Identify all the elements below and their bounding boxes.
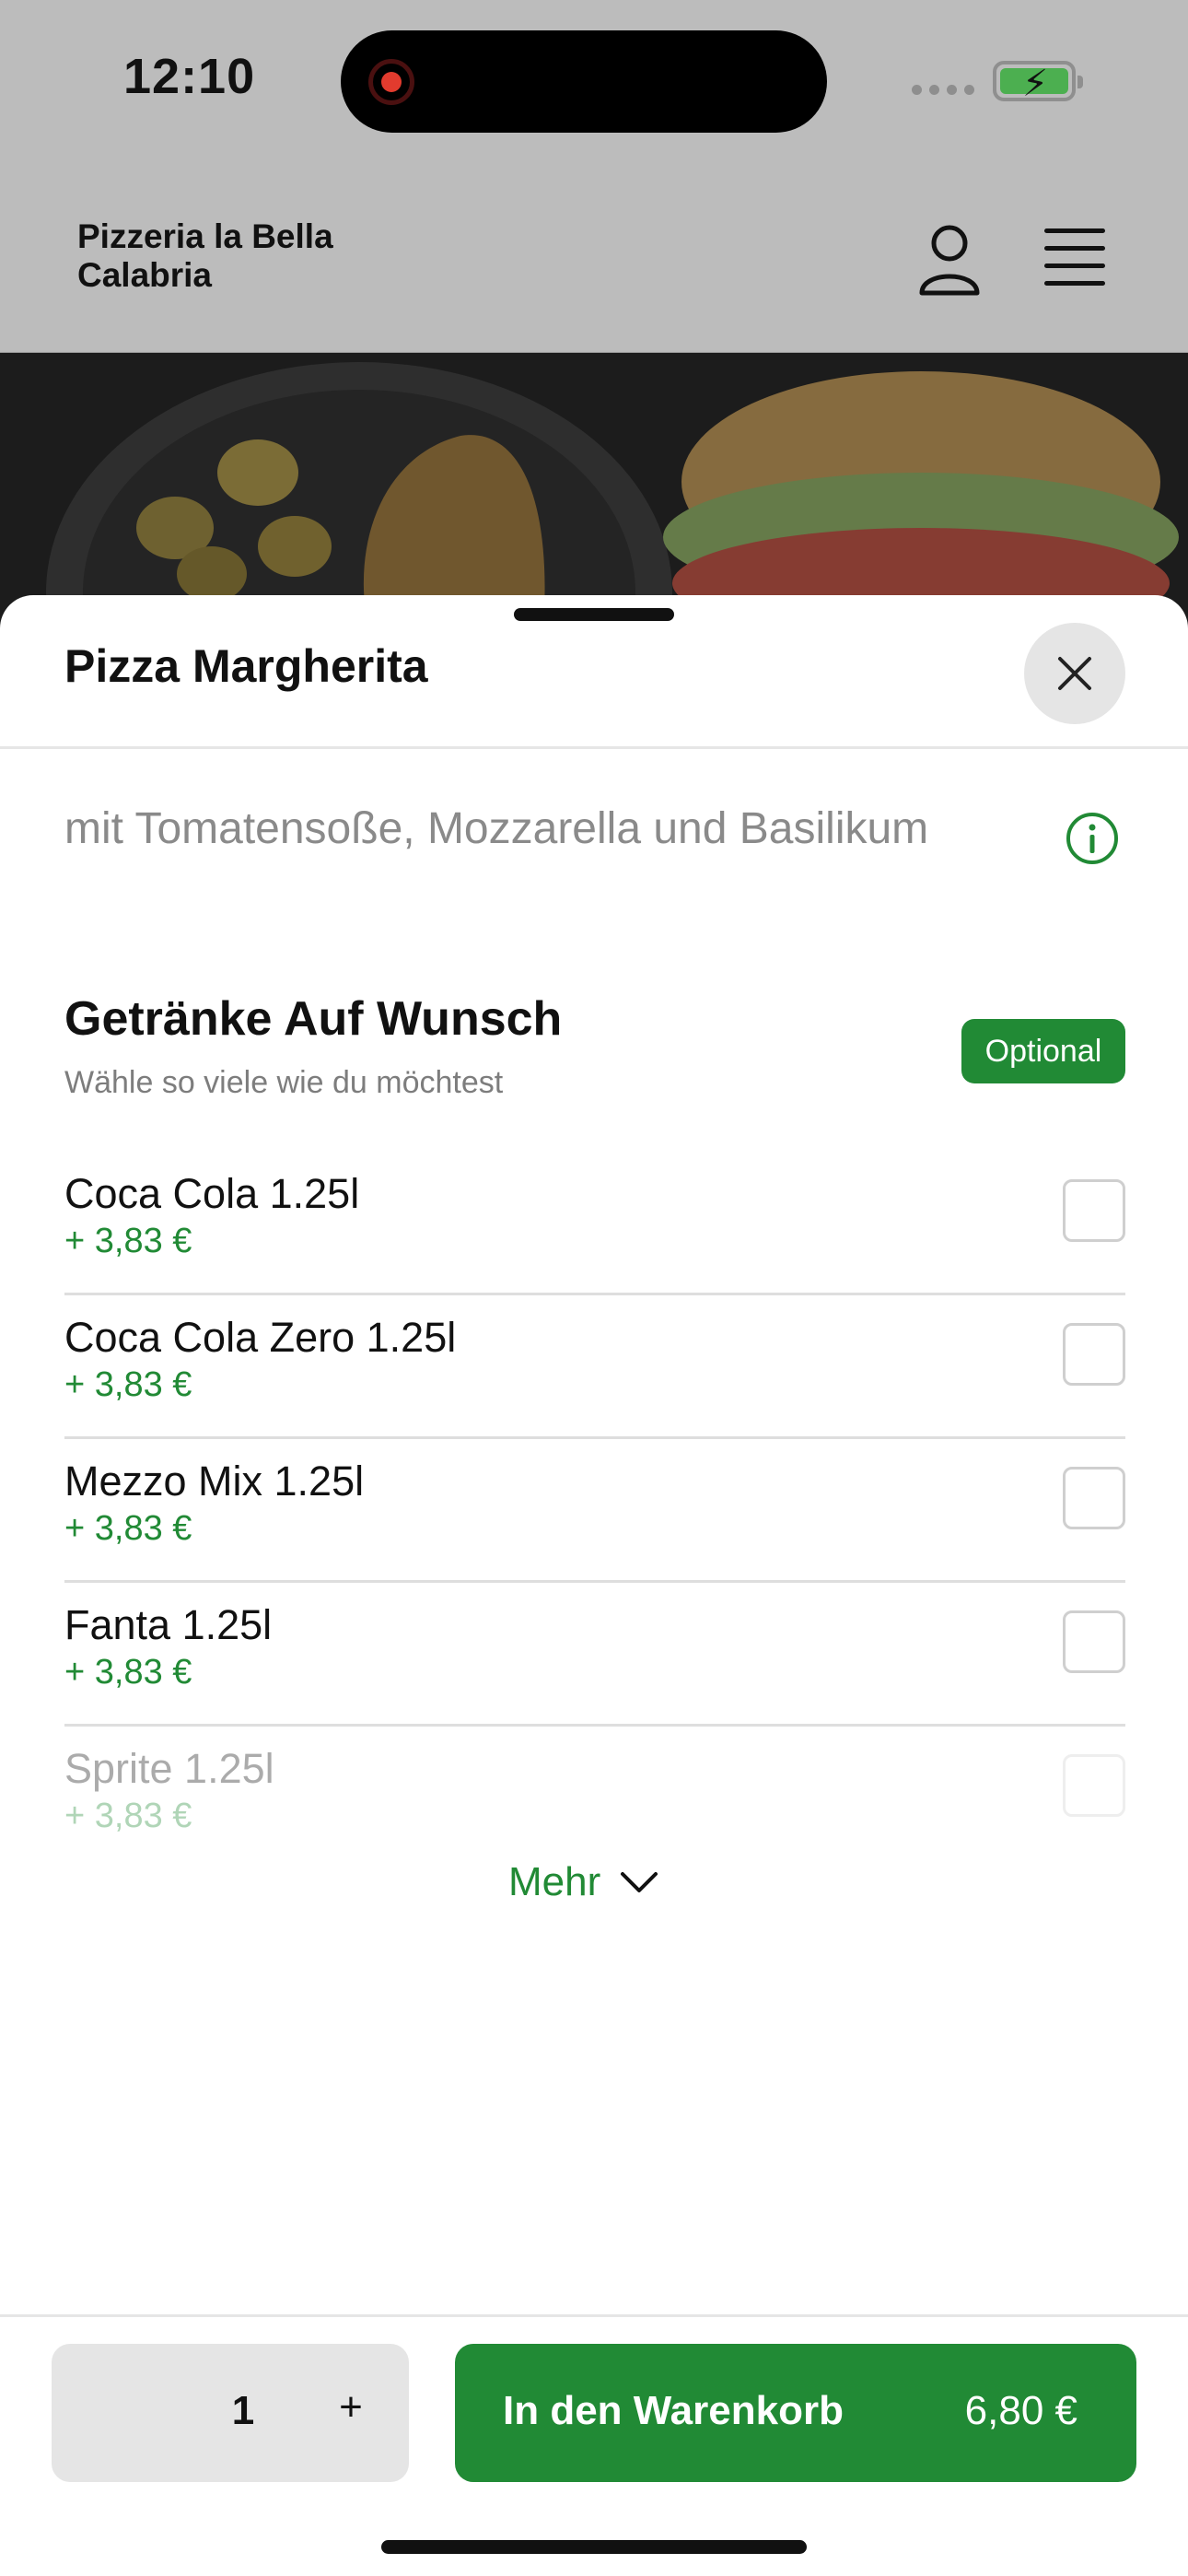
hero-food-image <box>0 353 1188 629</box>
status-time: 12:10 <box>123 49 256 104</box>
options-list: Coca Cola 1.25l + 3,83 € Coca Cola Zero … <box>64 1152 1125 1870</box>
product-description: mit Tomatensoße, Mozzarella und Basiliku… <box>64 804 929 853</box>
option-name: Fanta 1.25l <box>64 1601 273 1648</box>
quantity-value: 1 <box>231 2388 255 2433</box>
option-name: Sprite 1.25l <box>64 1745 274 1792</box>
option-name: Mezzo Mix 1.25l <box>64 1458 365 1505</box>
quantity-stepper[interactable]: 1 + <box>52 2344 409 2482</box>
option-checkbox[interactable] <box>1063 1754 1125 1817</box>
sheet-grabber[interactable] <box>514 608 674 621</box>
option-price: + 3,83 € <box>64 1222 192 1260</box>
option-item[interactable]: Fanta 1.25l + 3,83 € <box>64 1583 1125 1727</box>
option-name: Coca Cola 1.25l <box>64 1170 360 1217</box>
option-price: + 3,83 € <box>64 1509 192 1548</box>
optional-badge: Optional <box>961 1019 1125 1083</box>
option-item[interactable]: Mezzo Mix 1.25l + 3,83 € <box>64 1439 1125 1583</box>
option-checkbox[interactable] <box>1063 1610 1125 1673</box>
option-checkbox[interactable] <box>1063 1323 1125 1386</box>
option-checkbox[interactable] <box>1063 1467 1125 1529</box>
cart-total-price: 6,80 € <box>964 2388 1077 2433</box>
restaurant-name: Pizzeria la Bella Calabria <box>77 217 333 294</box>
charging-bolt-icon: ⚡ <box>1022 64 1049 104</box>
option-group-subtitle: Wähle so viele wie du möchtest <box>64 1065 504 1100</box>
option-item[interactable]: Coca Cola Zero 1.25l + 3,83 € <box>64 1295 1125 1439</box>
option-price: + 3,83 € <box>64 1797 192 1835</box>
chevron-down-icon <box>621 1872 658 1892</box>
option-item[interactable]: Coca Cola 1.25l + 3,83 € <box>64 1152 1125 1295</box>
close-button[interactable] <box>1024 623 1125 724</box>
option-price: + 3,83 € <box>64 1365 192 1404</box>
app-header: Pizzeria la Bella Calabria <box>0 166 1188 353</box>
info-icon[interactable] <box>1065 811 1120 866</box>
option-name: Coca Cola Zero 1.25l <box>64 1314 457 1361</box>
home-indicator[interactable] <box>381 2540 807 2554</box>
recording-icon <box>368 59 414 105</box>
product-title: Pizza Margherita <box>64 640 428 692</box>
add-to-cart-button[interactable]: In den Warenkorb 6,80 € <box>455 2344 1136 2482</box>
option-checkbox[interactable] <box>1063 1179 1125 1242</box>
dynamic-island <box>341 30 827 133</box>
footer-divider <box>0 2314 1188 2317</box>
more-label: Mehr <box>508 1859 601 1904</box>
add-to-cart-label: In den Warenkorb <box>503 2388 844 2433</box>
product-sheet: Pizza Margherita mit Tomatensoße, Mozzar… <box>0 595 1188 2576</box>
status-bar: 12:10 ⚡ <box>0 0 1188 166</box>
more-button[interactable]: Mehr <box>508 1859 659 1905</box>
close-icon <box>1058 657 1091 690</box>
increment-button[interactable]: + <box>328 2384 374 2430</box>
option-price: + 3,83 € <box>64 1653 192 1692</box>
option-item[interactable]: Sprite 1.25l + 3,83 € <box>64 1727 1125 1870</box>
menu-icon[interactable] <box>1044 228 1105 286</box>
option-group-title: Getränke Auf Wunsch <box>64 992 563 1046</box>
divider <box>0 746 1188 749</box>
battery-icon: ⚡ <box>993 61 1083 104</box>
signal-icon <box>912 85 974 95</box>
user-icon[interactable] <box>917 223 982 297</box>
